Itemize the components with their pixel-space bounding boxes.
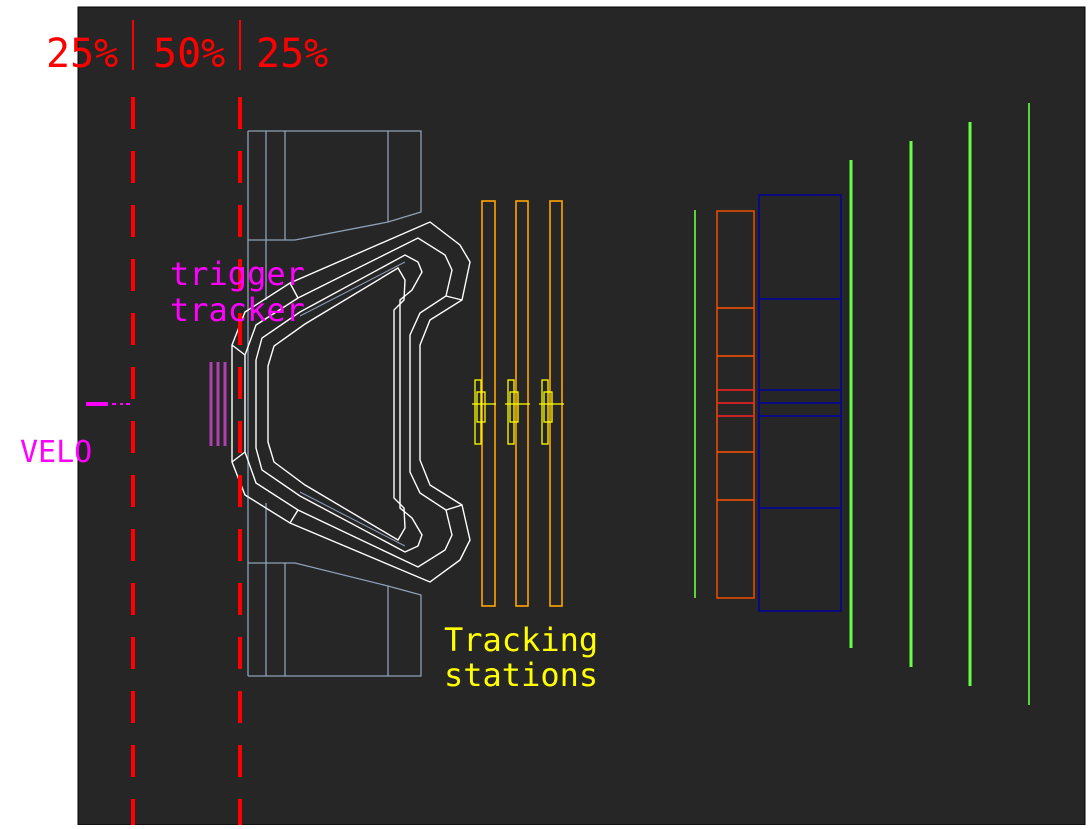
- velo-label: VELO: [20, 435, 92, 470]
- pct-left-label: 25%: [46, 31, 118, 77]
- tracking-stations-label-line2: stations: [444, 656, 598, 694]
- trigger-tracker-label-line2: tracker: [170, 291, 305, 329]
- pct-mid-label: 50%: [153, 31, 225, 77]
- canvas-background: [77, 6, 1086, 826]
- detector-diagram: 25% 50% 25% VELO trigger tracker Trackin…: [0, 0, 1089, 826]
- trigger-tracker-label-line1: trigger: [170, 255, 305, 293]
- pct-right-label: 25%: [256, 31, 328, 77]
- tracking-stations-label-line1: Tracking: [444, 621, 598, 659]
